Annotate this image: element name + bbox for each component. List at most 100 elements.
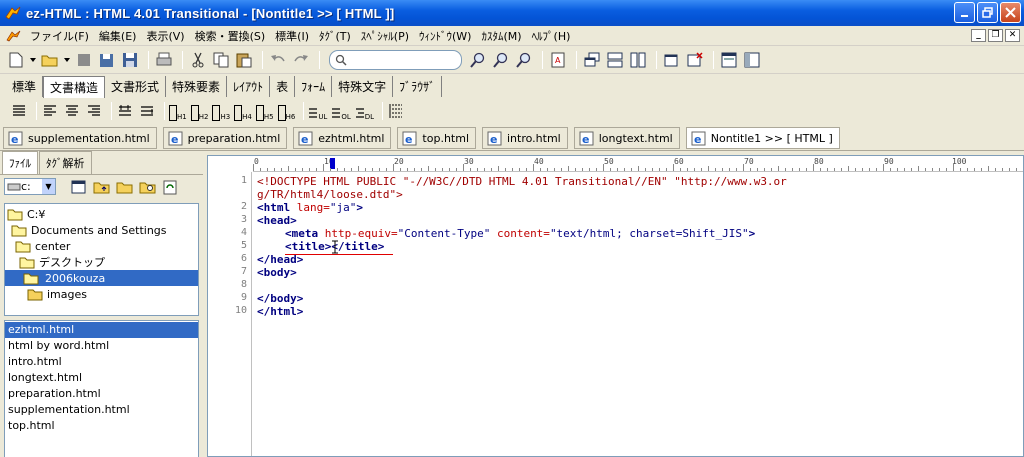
layout-toggle-button[interactable]: [742, 50, 762, 70]
heading-h3-button[interactable]: H3: [212, 101, 230, 121]
open-folder-icon[interactable]: [116, 179, 134, 195]
cut-button[interactable]: [188, 50, 208, 70]
category-tab-document-structure[interactable]: 文書構造: [43, 75, 106, 98]
menu-window[interactable]: ｳｨﾝﾄﾞｳ(W): [414, 28, 476, 44]
file-list[interactable]: ezhtml.html html by word.html intro.html…: [4, 320, 199, 457]
file-item-html-by-word[interactable]: html by word.html: [5, 338, 198, 354]
file-item-top[interactable]: top.html: [5, 418, 198, 434]
doc-minimize-button[interactable]: _: [971, 29, 986, 42]
heading-h2-button[interactable]: H2: [190, 101, 208, 121]
doc-tab-intro[interactable]: e intro.html: [482, 127, 568, 149]
heading-h1-button[interactable]: H1: [169, 101, 187, 121]
menu-standard[interactable]: 標準(I): [270, 28, 314, 44]
list-dl-button[interactable]: DL: [355, 101, 374, 121]
menu-edit[interactable]: 編集(E): [94, 28, 142, 44]
open-folder-button[interactable]: [40, 50, 60, 70]
copy-button[interactable]: [211, 50, 231, 70]
tree-item-2006kouza[interactable]: 2006kouza: [5, 270, 198, 286]
line-break-button[interactable]: [116, 101, 134, 121]
file-item-ezhtml[interactable]: ezhtml.html: [5, 322, 198, 338]
align-center-button[interactable]: [63, 101, 81, 121]
restore-button[interactable]: [977, 2, 998, 23]
chevron-down-icon[interactable]: ▼: [42, 179, 55, 194]
menu-search-replace[interactable]: 検索・置換(S): [190, 28, 271, 44]
tree-item-drive-c[interactable]: C:¥: [5, 206, 198, 222]
doc-tab-supplementation[interactable]: e supplementation.html: [3, 127, 157, 149]
file-item-supplementation[interactable]: supplementation.html: [5, 402, 198, 418]
menu-special[interactable]: ｽﾍﾟｼｬﾙ(P): [356, 28, 414, 44]
doc-tab-nontitle1[interactable]: e Nontitle1 >> [ HTML ]: [685, 127, 840, 149]
list-ul-button[interactable]: UL: [308, 101, 327, 121]
find-prev-button[interactable]: [514, 50, 534, 70]
tree-item-images[interactable]: images: [5, 286, 198, 302]
refresh-icon[interactable]: [162, 179, 180, 195]
menu-custom[interactable]: ｶｽﾀﾑ(M): [476, 28, 526, 44]
tree-item-documents-settings[interactable]: Documents and Settings: [5, 222, 198, 238]
folder-tree[interactable]: C:¥ Documents and Settings center デスクトップ…: [4, 203, 199, 316]
horizontal-rule-button[interactable]: [138, 101, 156, 121]
close-window-button[interactable]: [685, 50, 705, 70]
doc-tab-longtext[interactable]: e longtext.html: [573, 127, 680, 149]
list-item-button[interactable]: [387, 101, 405, 121]
save-as-button[interactable]: [97, 50, 117, 70]
menu-file[interactable]: ファイル(F): [25, 28, 94, 44]
close-button[interactable]: [1000, 2, 1021, 23]
find-next-button[interactable]: [491, 50, 511, 70]
tree-item-desktop[interactable]: デスクトップ: [5, 254, 198, 270]
heading-h5-button[interactable]: H5: [255, 101, 274, 121]
new-window-button[interactable]: [662, 50, 682, 70]
category-tab-layout[interactable]: ﾚｲｱｳﾄ: [227, 76, 271, 97]
paste-button[interactable]: [234, 50, 254, 70]
paragraph-button[interactable]: [10, 101, 28, 121]
heading-h4-button[interactable]: H4: [234, 101, 252, 121]
code-area[interactable]: <!DOCTYPE HTML PUBLIC "-//W3C//DTD HTML …: [257, 172, 1023, 456]
open-dropdown-button[interactable]: [63, 50, 71, 70]
folder-up-icon[interactable]: [93, 179, 111, 195]
new-dropdown-button[interactable]: [29, 50, 37, 70]
minimize-button[interactable]: [954, 2, 975, 23]
redo-button[interactable]: [291, 50, 311, 70]
category-tab-special-chars[interactable]: 特殊文字: [332, 76, 394, 97]
list-ol-button[interactable]: OL: [331, 101, 351, 121]
print-button[interactable]: [154, 50, 174, 70]
doc-close-button[interactable]: ✕: [1005, 29, 1020, 42]
category-tab-special-elements[interactable]: 特殊要素: [166, 76, 228, 97]
document-menu-icon[interactable]: [6, 29, 22, 43]
tab-tag-analysis[interactable]: ﾀｸﾞ解析: [39, 151, 92, 174]
drive-select[interactable]: c: ▼: [4, 178, 56, 195]
category-tab-table[interactable]: 表: [270, 76, 296, 97]
code-editor[interactable]: 0 10 20 30 40 50 60 70 80 90 100 1 2 3 4…: [207, 155, 1024, 457]
search-folder-icon[interactable]: [139, 179, 157, 195]
tile-vertical-button[interactable]: [628, 50, 648, 70]
search-input[interactable]: [329, 50, 462, 70]
new-file-button[interactable]: [6, 50, 26, 70]
tree-item-center[interactable]: center: [5, 238, 198, 254]
properties-icon[interactable]: [70, 179, 88, 195]
menu-tag[interactable]: ﾀｸﾞ(T): [314, 28, 356, 44]
doc-tab-preparation[interactable]: e preparation.html: [162, 127, 288, 149]
undo-button[interactable]: [268, 50, 288, 70]
doc-tab-ezhtml[interactable]: e ezhtml.html: [293, 127, 392, 149]
category-tab-document-format[interactable]: 文書形式: [105, 76, 167, 97]
category-tab-browser[interactable]: ﾌﾞﾗｳｻﾞ: [393, 76, 443, 97]
file-item-preparation[interactable]: preparation.html: [5, 386, 198, 402]
category-tab-form[interactable]: ﾌｫｰﾑ: [295, 76, 333, 97]
doc-restore-button[interactable]: ❐: [988, 29, 1003, 42]
document-properties-button[interactable]: A: [548, 50, 568, 70]
file-item-longtext[interactable]: longtext.html: [5, 370, 198, 386]
stop-button[interactable]: [74, 50, 94, 70]
align-left-button[interactable]: [41, 101, 59, 121]
tab-files[interactable]: ﾌｧｲﾙ: [2, 151, 38, 174]
cascade-button[interactable]: [582, 50, 602, 70]
doc-tab-top[interactable]: e top.html: [397, 127, 476, 149]
save-button[interactable]: [120, 50, 140, 70]
align-right-button[interactable]: [85, 101, 103, 121]
menu-view[interactable]: 表示(V): [141, 28, 189, 44]
category-tab-standard[interactable]: 標準: [6, 76, 44, 97]
menu-help[interactable]: ﾍﾙﾌﾟ(H): [527, 28, 576, 44]
find-button[interactable]: [468, 50, 488, 70]
file-item-intro[interactable]: intro.html: [5, 354, 198, 370]
tile-horizontal-button[interactable]: [605, 50, 625, 70]
panel-toggle-button[interactable]: [719, 50, 739, 70]
heading-h6-button[interactable]: H6: [277, 101, 295, 121]
